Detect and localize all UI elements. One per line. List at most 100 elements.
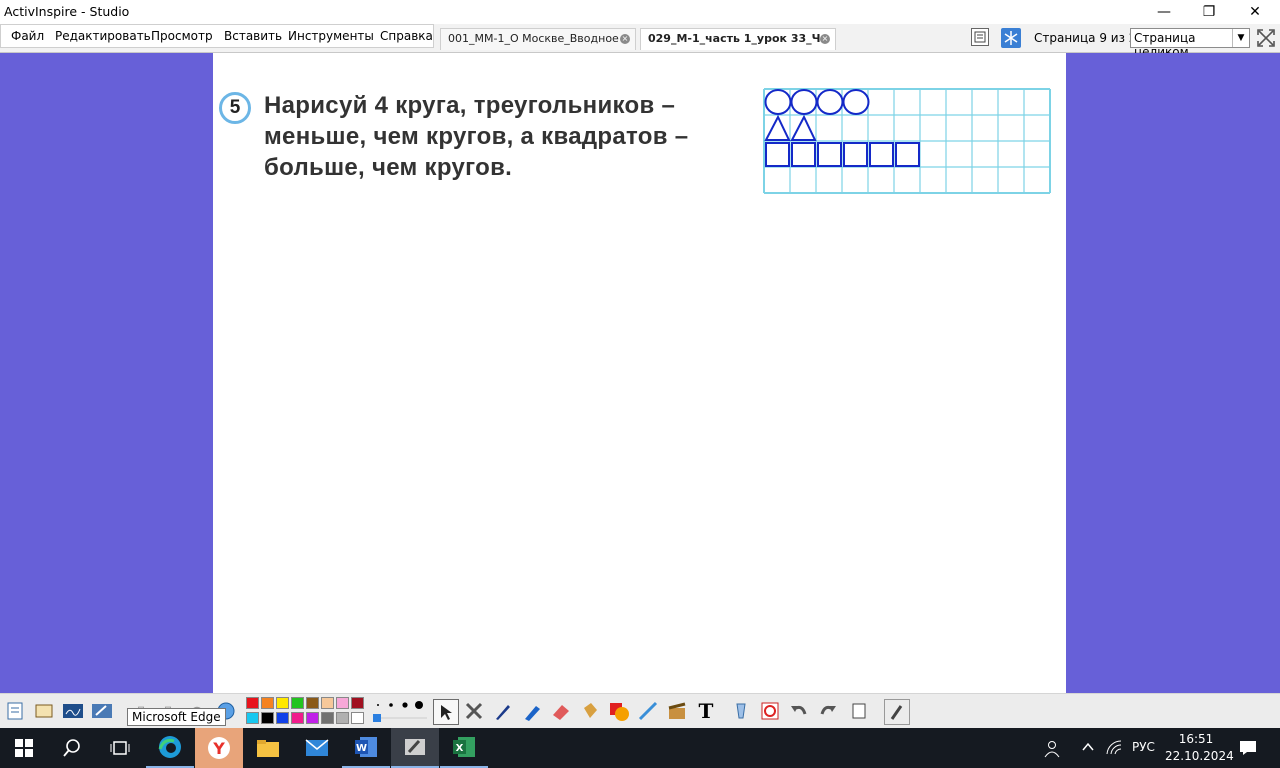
drawn-square [843, 142, 868, 167]
color-swatch[interactable] [306, 697, 319, 709]
settings-tools-icon[interactable] [90, 699, 114, 723]
people-icon[interactable] [1043, 740, 1063, 761]
color-swatch[interactable] [306, 712, 319, 724]
exercise-number: 5 [219, 92, 251, 124]
minimize-button[interactable]: — [1141, 0, 1187, 24]
notifications-icon[interactable] [1239, 740, 1257, 759]
color-swatch[interactable] [261, 712, 274, 724]
drawing-grid[interactable] [763, 88, 1055, 198]
color-swatch[interactable] [351, 697, 364, 709]
color-swatch[interactable] [261, 697, 274, 709]
menu-file[interactable]: Файл [11, 29, 44, 43]
color-swatch[interactable] [321, 697, 334, 709]
fill-icon[interactable] [578, 699, 602, 723]
drawn-circle [842, 89, 870, 115]
highlighter-icon[interactable] [520, 699, 544, 723]
windows-start-icon[interactable] [0, 728, 48, 768]
edge-icon[interactable] [146, 728, 194, 768]
eraser-icon[interactable] [549, 699, 573, 723]
shape-icon[interactable] [607, 699, 631, 723]
svg-text:W: W [356, 743, 367, 754]
search-icon[interactable] [48, 728, 96, 768]
connector-icon[interactable] [636, 699, 660, 723]
tab-close-icon[interactable]: × [820, 34, 830, 44]
tab-label: 001_ММ-1_О Москве_Вводное зан [448, 32, 620, 45]
color-swatch[interactable] [276, 697, 289, 709]
drawn-triangle [790, 114, 817, 141]
reset-page-icon[interactable] [758, 699, 782, 723]
tooltip: Microsoft Edge [127, 708, 226, 726]
drawn-triangle [764, 114, 791, 141]
yandex-browser-icon[interactable]: Y [195, 728, 243, 768]
color-swatch[interactable] [291, 712, 304, 724]
menu-insert[interactable]: Вставить [224, 29, 282, 43]
taskbar: Y W X РУС 16:51 22.10.2024 [0, 728, 1280, 768]
language-indicator[interactable]: РУС [1132, 740, 1155, 754]
task-view-icon[interactable] [96, 728, 144, 768]
activinspire-icon[interactable] [391, 728, 439, 768]
mail-icon[interactable] [293, 728, 341, 768]
color-swatch[interactable] [351, 712, 364, 724]
clapper-icon[interactable] [665, 699, 689, 723]
restore-button[interactable]: ❐ [1186, 0, 1232, 24]
tab-close-icon[interactable]: × [620, 34, 630, 44]
tab-flipchart-2[interactable]: 029_М-1_часть 1_урок 33_Чи × [640, 28, 836, 50]
exercise-line: больше, чем кругов. [264, 154, 513, 181]
select-arrow-icon[interactable] [433, 699, 459, 725]
color-swatch[interactable] [321, 712, 334, 724]
color-swatch[interactable] [336, 697, 349, 709]
pen-tray-icon[interactable] [884, 699, 910, 725]
fullscreen-icon[interactable] [1256, 28, 1276, 48]
word-icon[interactable]: W [342, 728, 390, 768]
exercise-line: Нарисуй 4 круга, треугольников – [264, 92, 676, 119]
main-menu-icon[interactable] [3, 699, 27, 723]
page-icon[interactable] [847, 699, 871, 723]
drawn-circle [790, 89, 818, 115]
menu-tools[interactable]: Инструменты [288, 29, 374, 43]
close-button[interactable]: ✕ [1232, 0, 1278, 24]
page-browser-icon[interactable] [971, 28, 989, 46]
drawn-square [895, 142, 920, 167]
drawn-square [817, 142, 842, 167]
color-swatch[interactable] [276, 712, 289, 724]
pen-icon[interactable] [491, 699, 515, 723]
excel-icon[interactable]: X [440, 728, 488, 768]
svg-text:Y: Y [212, 739, 225, 758]
menu-help[interactable]: Справка [380, 29, 433, 43]
pen-width-selector[interactable] [372, 699, 432, 723]
wifi-icon[interactable] [1106, 740, 1124, 759]
color-swatch[interactable] [336, 712, 349, 724]
clock-time: 16:51 [1178, 732, 1214, 746]
clear-icon[interactable] [729, 699, 753, 723]
chevron-up-icon[interactable] [1081, 740, 1095, 757]
browser-icon[interactable] [32, 699, 56, 723]
redo-icon[interactable] [816, 699, 840, 723]
clock[interactable]: 16:51 22.10.2024 [1165, 731, 1234, 765]
page-counter: Страница 9 из 27 [1034, 31, 1145, 45]
text-tool-icon[interactable]: T [694, 699, 718, 723]
color-swatch[interactable] [291, 697, 304, 709]
tab-label: 029_М-1_часть 1_урок 33_Чи [648, 32, 820, 45]
zoom-select[interactable]: Страница целиком ▼ [1130, 28, 1250, 59]
tools-icon[interactable] [462, 699, 486, 723]
drawn-square [765, 142, 790, 167]
tab-flipchart-1[interactable]: 001_ММ-1_О Москве_Вводное зан × [440, 28, 636, 50]
drawn-circle [816, 89, 844, 115]
drawn-square [791, 142, 816, 167]
chevron-down-icon[interactable]: ▼ [1232, 29, 1249, 47]
exercise-text: Нарисуй 4 круга, треугольников – меньше,… [264, 90, 744, 183]
file-explorer-icon[interactable] [244, 728, 292, 768]
snowflake-icon[interactable] [1001, 28, 1021, 48]
drawn-circle [764, 89, 792, 115]
workspace: 5 Нарисуй 4 круга, треугольников – меньш… [0, 53, 1280, 693]
undo-icon[interactable] [787, 699, 811, 723]
signature-icon[interactable] [61, 699, 85, 723]
menu-view[interactable]: Просмотр [151, 29, 213, 43]
window-title: ActivInspire - Studio [4, 4, 130, 19]
flipchart-page[interactable]: 5 Нарисуй 4 круга, треугольников – меньш… [213, 53, 1066, 693]
color-swatch[interactable] [246, 712, 259, 724]
menu-edit[interactable]: Редактировать [55, 29, 151, 43]
exercise-line: меньше, чем кругов, а квадратов – [264, 123, 689, 150]
menu-tab-bar: Файл Редактировать Просмотр Вставить Инс… [0, 24, 1280, 59]
color-swatch[interactable] [246, 697, 259, 709]
